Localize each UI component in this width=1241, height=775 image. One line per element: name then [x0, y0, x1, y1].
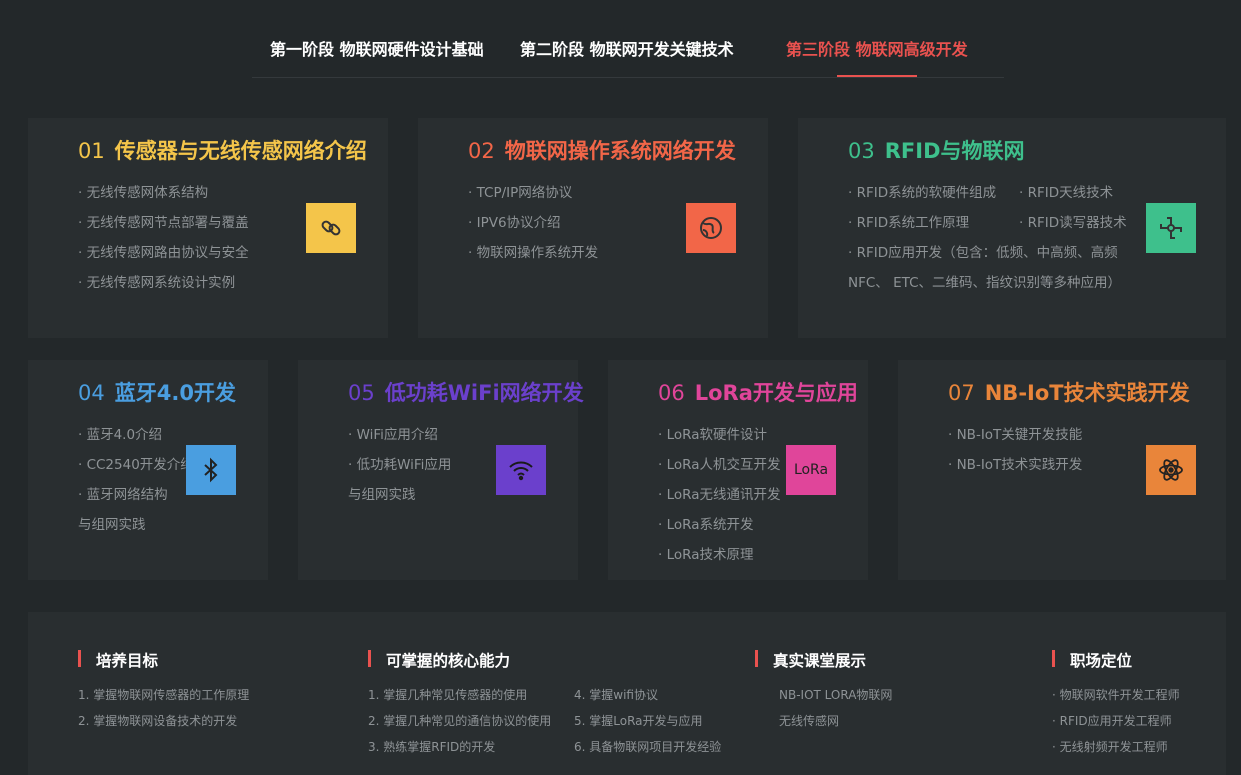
list-item: 与组网实践 [78, 517, 146, 533]
course-card-06: 06 LoRa开发与应用 · LoRa软硬件设计 · LoRa人机交互开发 · L… [608, 360, 868, 580]
list-item: · NB-IoT技术实践开发 [948, 457, 1083, 473]
tab-stage-1[interactable]: 第一阶段 物联网硬件设计基础 [270, 36, 484, 60]
list-item: · LoRa无线通讯开发 [658, 487, 781, 503]
list-item: · LoRa软硬件设计 [658, 427, 767, 443]
card-number: 05 [348, 381, 375, 405]
classroom-title: 真实课堂展示 [755, 649, 866, 671]
list-item: 与组网实践 [348, 487, 416, 503]
course-card-05: 05 低功耗WiFi网络开发 · WiFi应用介绍 · 低功耗WiFi应用 与组网… [298, 360, 584, 580]
list-item: · RFID读写器技术 [1019, 215, 1127, 231]
course-card-02: 02 物联网操作系统网络开发 · TCP/IP网络协议 · IPV6协议介绍 · … [418, 118, 768, 338]
card-number: 02 [468, 139, 495, 163]
list-item: · 物联网操作系统开发 [468, 245, 599, 261]
list-item: · IPV6协议介绍 [468, 215, 561, 231]
list-item: · CC2540开发介绍 [78, 457, 194, 473]
list-item: · RFID应用开发（包含：低频、中高频、高频 [848, 245, 1118, 261]
card-number: 04 [78, 381, 105, 405]
list-item: · LoRa人机交互开发 [658, 457, 781, 473]
list-item: · RFID系统的软硬件组成 [848, 185, 997, 201]
active-tab-indicator [837, 75, 917, 77]
list-item: · LoRa系统开发 [658, 517, 754, 533]
list-item: · 蓝牙网络结构 [78, 487, 168, 503]
list-item: · NB-IoT关键开发技能 [948, 427, 1083, 443]
career-item: · 无线射频开发工程师 [1052, 740, 1168, 754]
card-title: 05 低功耗WiFi网络开发 [348, 377, 584, 407]
list-item: · 低功耗WiFi应用 [348, 457, 452, 473]
card-number: 07 [948, 381, 975, 405]
course-card-04: 04 蓝牙4.0开发 · 蓝牙4.0介绍 · CC2540开发介绍 · 蓝牙网络结… [28, 360, 268, 580]
card-title: 06 LoRa开发与应用 [658, 377, 858, 407]
list-item: · RFID天线技术 [1019, 185, 1114, 201]
career-item: · 物联网软件开发工程师 [1052, 688, 1180, 702]
goals-title: 培养目标 [78, 649, 158, 671]
list-item: · LoRa技术原理 [658, 547, 754, 563]
classroom-link[interactable]: NB-IOT LORA物联网 [779, 686, 892, 703]
card-number: 06 [658, 381, 685, 405]
card-heading: NB-IoT技术实践开发 [984, 381, 1190, 405]
list-item: · RFID系统工作原理 [848, 215, 970, 231]
card-heading: RFID与物联网 [884, 139, 1025, 163]
abilities-title: 可掌握的核心能力 [368, 649, 510, 671]
bluetooth-icon [186, 445, 236, 495]
card-title: 02 物联网操作系统网络开发 [468, 135, 736, 165]
list-item: · 无线传感网体系结构 [78, 185, 209, 201]
goals-item: 2. 掌握物联网设备技术的开发 [78, 714, 238, 728]
card-heading: 低功耗WiFi网络开发 [384, 381, 584, 405]
tab-stage-2[interactable]: 第二阶段 物联网开发关键技术 [520, 36, 734, 60]
list-item: · 无线传感网节点部署与覆盖 [78, 215, 249, 231]
list-item: · 蓝牙4.0介绍 [78, 427, 163, 443]
card-heading: 物联网操作系统网络开发 [504, 139, 736, 163]
lora-icon: LoRa [786, 445, 836, 495]
abilities-item: 6. 具备物联网项目开发经验 [574, 740, 722, 754]
course-card-07: 07 NB-IoT技术实践开发 · NB-IoT关键开发技能 · NB-IoT技术… [898, 360, 1226, 580]
wifi-icon [496, 445, 546, 495]
list-item: · 无线传感网路由协议与安全 [78, 245, 249, 261]
goals-item: 1. 掌握物联网传感器的工作原理 [78, 688, 250, 702]
card-heading: 传感器与无线传感网络介绍 [114, 139, 367, 163]
globe-icon [686, 203, 736, 253]
card-number: 03 [848, 139, 875, 163]
rfid-icon [1146, 203, 1196, 253]
list-item: · WiFi应用介绍 [348, 427, 438, 443]
course-card-03: 03 RFID与物联网 · RFID系统的软硬件组成 · RFID天线技术 · R… [798, 118, 1226, 338]
career-item: · RFID应用开发工程师 [1052, 714, 1172, 728]
classroom-link[interactable]: 无线传感网 [779, 712, 839, 729]
abilities-item: 1. 掌握几种常见传感器的使用 [368, 688, 528, 702]
course-summary-panel: 培养目标 1. 掌握物联网传感器的工作原理 2. 掌握物联网设备技术的开发 可掌… [28, 612, 1226, 775]
list-item: · TCP/IP网络协议 [468, 185, 573, 201]
tab-stage-3[interactable]: 第三阶段 物联网高级开发 [786, 36, 968, 60]
abilities-item: 3. 熟练掌握RFID的开发 [368, 740, 496, 754]
card-title: 01 传感器与无线传感网络介绍 [78, 135, 367, 165]
card-title: 03 RFID与物联网 [848, 135, 1025, 165]
card-heading: LoRa开发与应用 [694, 381, 858, 405]
stage-tabs: 第一阶段 物联网硬件设计基础 第二阶段 物联网开发关键技术 第三阶段 物联网高级… [252, 24, 1004, 78]
career-title: 职场定位 [1052, 649, 1132, 671]
course-card-01: 01 传感器与无线传感网络介绍 · 无线传感网体系结构 · 无线传感网节点部署与覆… [28, 118, 388, 338]
atom-icon [1146, 445, 1196, 495]
card-heading: 蓝牙4.0开发 [114, 381, 236, 405]
card-number: 01 [78, 139, 105, 163]
link-icon [306, 203, 356, 253]
card-title: 04 蓝牙4.0开发 [78, 377, 236, 407]
card-title: 07 NB-IoT技术实践开发 [948, 377, 1190, 407]
abilities-item: 5. 掌握LoRa开发与应用 [574, 714, 703, 728]
abilities-item: 4. 掌握wifi协议 [574, 688, 658, 702]
list-item: · 无线传感网系统设计实例 [78, 275, 236, 291]
list-item: NFC、 ETC、二维码、指纹识别等多种应用） [848, 275, 1121, 291]
abilities-item: 2. 掌握几种常见的通信协议的使用 [368, 714, 552, 728]
